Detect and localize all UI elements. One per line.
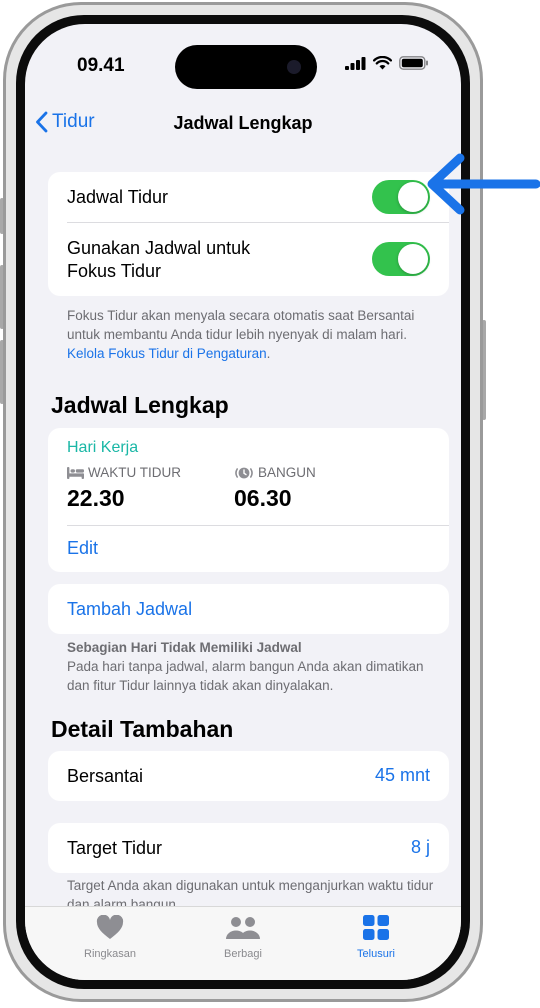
weekday-label: Hari Kerja [67, 439, 139, 456]
sleep-goal-label: Target Tidur [67, 838, 163, 858]
footnote-text: Fokus Tidur akan menyala secara otomatis… [67, 308, 415, 342]
sleep-focus-label-line2: Fokus Tidur [67, 261, 162, 281]
divider [67, 222, 449, 223]
tab-summary-label: Ringkasan [84, 948, 136, 960]
sleep-goal-row[interactable]: Target Tidur 8 j [48, 823, 449, 873]
bedtime-value: 22.30 [67, 485, 125, 511]
full-schedule-heading: Jadwal Lengkap [51, 392, 229, 418]
wifi-icon [373, 56, 392, 70]
camera-icon [287, 60, 301, 74]
wake-label: BANGUN [258, 465, 316, 480]
tab-sharing[interactable]: Berbagi [188, 915, 298, 960]
bedtime-group: WAKTU TIDUR 22.30 [67, 465, 181, 512]
no-schedule-note: Sebagian Hari Tidak Memiliki Jadwal Pada… [67, 638, 447, 695]
bedtime-label: WAKTU TIDUR [88, 465, 181, 480]
tab-summary[interactable]: Ringkasan [55, 914, 165, 960]
sleep-focus-footnote: Fokus Tidur akan menyala secara otomatis… [67, 306, 447, 363]
phone-bezel: 09.41 Tidur Jadwal Lengkap Jadwal Tidur … [16, 15, 470, 989]
divider [67, 525, 449, 526]
add-schedule-card: Tambah Jadwal [48, 584, 449, 634]
tab-sharing-label: Berbagi [224, 948, 262, 960]
sleep-schedule-card: Jadwal Tidur Gunakan Jadwal untuk Fokus … [48, 172, 449, 296]
tab-browse-label: Telusuri [357, 948, 395, 960]
status-time: 09.41 [77, 55, 125, 76]
bed-icon [67, 466, 84, 479]
sleep-focus-toggle[interactable] [372, 242, 430, 276]
wind-down-value: 45 mnt [374, 765, 430, 785]
status-icons [345, 56, 429, 70]
toggle-knob [398, 244, 428, 274]
page-title: Jadwal Lengkap [173, 113, 313, 133]
sleep-focus-label: Gunakan Jadwal untuk Fokus Tidur [67, 237, 250, 283]
wake-value: 06.30 [234, 485, 292, 511]
weekday-schedule-card[interactable]: Hari Kerja WAKTU TIDUR 22.30 BANGUN 06.3… [48, 428, 449, 572]
battery-icon [399, 56, 428, 70]
wake-group: BANGUN 06.30 [234, 465, 316, 512]
sleep-schedule-toggle[interactable] [372, 180, 430, 214]
tab-bar: Ringkasan Berbagi Telusuri [25, 906, 461, 980]
tab-browse[interactable]: Telusuri [321, 915, 431, 960]
signal-icon [345, 56, 366, 70]
footnote-end: . [266, 346, 271, 361]
wind-down-label: Bersantai [67, 766, 144, 786]
phone-frame: 09.41 Tidur Jadwal Lengkap Jadwal Tidur … [3, 2, 483, 1002]
edit-button[interactable]: Edit [67, 538, 98, 559]
alarm-icon [235, 467, 253, 478]
sleep-goal-value: 8 j [410, 837, 430, 857]
navigation-bar: Tidur Jadwal Lengkap [25, 104, 461, 148]
heart-icon [96, 914, 124, 939]
manage-sleep-focus-link[interactable]: Kelola Fokus Tidur di Pengaturan [67, 346, 267, 361]
sleep-focus-label-line1: Gunakan Jadwal untuk [67, 238, 251, 258]
additional-details-heading: Detail Tambahan [51, 716, 234, 742]
no-schedule-note-body: Pada hari tanpa jadwal, alarm bangun And… [67, 659, 424, 693]
grid-icon [363, 915, 389, 940]
dynamic-island [175, 45, 317, 89]
sleep-schedule-label: Jadwal Tidur [67, 187, 169, 207]
wind-down-row[interactable]: Bersantai 45 mnt [48, 751, 449, 801]
no-schedule-note-title: Sebagian Hari Tidak Memiliki Jadwal [67, 640, 302, 655]
screen: 09.41 Tidur Jadwal Lengkap Jadwal Tidur … [25, 24, 461, 980]
callout-arrow-icon [427, 153, 540, 215]
add-schedule-button[interactable]: Tambah Jadwal [67, 599, 192, 620]
people-icon [226, 917, 260, 939]
